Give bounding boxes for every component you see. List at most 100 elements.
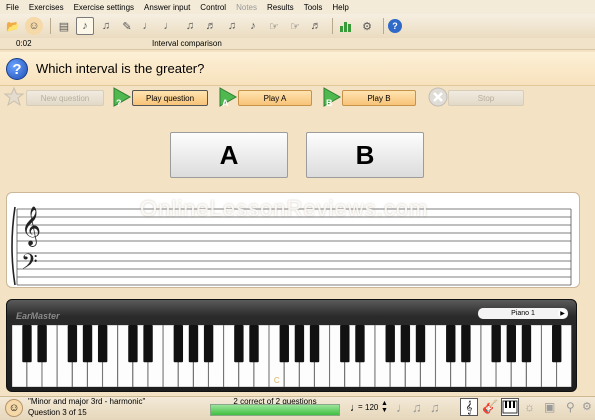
black-key[interactable]	[67, 325, 78, 363]
black-key[interactable]	[188, 325, 199, 363]
mic-settings-icon[interactable]: ⚙	[582, 400, 592, 413]
toolbar: 📂 ☺ ▤ ♪ ♫ ✎ ♩ ♩ ♫ ♬ ♫ ♪ ☞ ☞ ♬ ⚙ ?	[0, 14, 595, 38]
menu-tools[interactable]: Tools	[304, 3, 323, 12]
keyboard-input-icon[interactable]	[501, 398, 519, 416]
play-a-button[interactable]: Play A	[238, 90, 312, 106]
answer-a-button[interactable]: A	[170, 132, 288, 178]
menu-file[interactable]: File	[6, 3, 19, 12]
black-key[interactable]	[340, 325, 350, 363]
chord-icon[interactable]: ♩	[160, 17, 178, 35]
stop-icon	[428, 87, 448, 107]
stop-button[interactable]: Stop	[448, 90, 524, 106]
toolbar-separator	[383, 18, 384, 34]
eighth-notes-icon[interactable]: ♫	[181, 17, 199, 35]
sing-input-icon[interactable]: ☼	[524, 400, 535, 414]
black-key[interactable]	[491, 325, 501, 363]
metronome-icon[interactable]: ♩	[396, 400, 409, 415]
black-key[interactable]	[173, 325, 184, 363]
grand-staff: 𝄞 𝄢	[11, 206, 572, 286]
staff-input-icon[interactable]: 𝄞	[460, 398, 478, 416]
black-key[interactable]	[506, 325, 516, 363]
answer-b-button[interactable]: B	[306, 132, 424, 178]
arpeggio-icon[interactable]: ♪	[244, 17, 262, 35]
tempo-spinner-icon[interactable]: ▲ ▼	[381, 400, 388, 414]
black-key[interactable]	[309, 325, 320, 363]
face-icon[interactable]: ☺	[25, 17, 43, 35]
treble-clef-icon: 𝄞	[21, 206, 41, 247]
timer: 0:02	[16, 39, 32, 48]
play-question-button[interactable]: Play question	[132, 90, 208, 106]
tempo-value[interactable]: 120	[365, 403, 378, 412]
black-key[interactable]	[279, 325, 289, 363]
middle-c-marker: C	[274, 376, 280, 385]
open-icon[interactable]: 📂	[4, 17, 22, 35]
black-key[interactable]	[82, 325, 93, 363]
chart-icon[interactable]	[337, 17, 355, 35]
question-icon: ?	[6, 58, 28, 80]
instrument-select[interactable]: Piano 1	[478, 308, 568, 319]
piano-keyboard[interactable]: C	[12, 325, 572, 387]
rhythm-notes-icon[interactable]: ♫	[412, 400, 422, 415]
brand-logo: EarMaster	[16, 311, 60, 321]
question-text: Which interval is the greater?	[36, 61, 205, 76]
guitar-input-icon[interactable]: 🎸	[482, 399, 498, 415]
menu-exercises[interactable]: Exercises	[29, 3, 64, 12]
question-bar: ? Which interval is the greater?	[0, 52, 595, 86]
menu-bar: File Exercises Exercise settings Answer inp…	[0, 0, 595, 14]
svg-text:B: B	[326, 98, 333, 108]
black-key[interactable]	[203, 325, 214, 363]
staff-panel: 𝄞 𝄢	[6, 192, 580, 288]
rhythm-selected-icon[interactable]: ♪	[76, 17, 94, 35]
toolbar-separator	[50, 18, 51, 34]
dictation-icon[interactable]: ✎	[118, 17, 136, 35]
black-key[interactable]	[294, 325, 305, 363]
svg-text:?: ?	[116, 98, 122, 108]
menu-answer-input[interactable]: Answer input	[144, 3, 190, 12]
black-key[interactable]	[552, 325, 562, 363]
rhythm-notes2-icon[interactable]: ♫	[430, 400, 440, 415]
keys-icon[interactable]: ♬	[202, 17, 220, 35]
black-key[interactable]	[249, 325, 259, 363]
hand2-icon[interactable]: ☞	[286, 17, 304, 35]
help-icon[interactable]: ?	[388, 19, 402, 33]
menu-control[interactable]: Control	[200, 3, 226, 12]
black-key[interactable]	[97, 325, 108, 363]
black-key[interactable]	[521, 325, 532, 363]
book-icon[interactable]: ▤	[55, 17, 73, 35]
black-key[interactable]	[415, 325, 426, 363]
black-key[interactable]	[400, 325, 411, 363]
instrument-next-icon[interactable]: ▶	[558, 309, 567, 318]
black-key[interactable]	[143, 325, 153, 363]
black-key[interactable]	[37, 325, 47, 363]
note-icon[interactable]: ♩	[139, 17, 157, 35]
scale-icon[interactable]: ♫	[223, 17, 241, 35]
settings-icon[interactable]: ⚙	[358, 17, 376, 35]
menu-help[interactable]: Help	[332, 3, 348, 12]
black-key[interactable]	[385, 325, 395, 363]
menu-notes[interactable]: Notes	[236, 3, 257, 12]
play-b-icon: B	[323, 87, 342, 108]
notes-icon[interactable]: ♫	[97, 17, 115, 35]
toolbar-separator	[332, 18, 333, 34]
solfege-input-icon[interactable]: ▣	[544, 400, 555, 414]
play-b-button[interactable]: Play B	[342, 90, 416, 106]
exercise-name: "Minor and major 3rd - harmonic"	[28, 397, 146, 406]
black-key[interactable]	[128, 325, 138, 363]
black-key[interactable]	[22, 325, 32, 363]
black-key[interactable]	[355, 325, 365, 363]
menu-results[interactable]: Results	[267, 3, 294, 12]
black-key[interactable]	[446, 325, 456, 363]
microphone-icon[interactable]: ⚲	[566, 400, 575, 414]
black-key[interactable]	[234, 325, 244, 363]
exercise-title: Interval comparison	[152, 39, 222, 48]
hand-icon[interactable]: ☞	[265, 17, 283, 35]
score-progress	[210, 404, 340, 416]
black-key[interactable]	[461, 325, 471, 363]
notes2-icon[interactable]: ♬	[307, 17, 325, 35]
question-counter: Question 3 of 15	[28, 408, 87, 417]
new-question-button[interactable]: New question	[26, 90, 104, 106]
teacher-icon: ☺	[5, 399, 23, 417]
svg-text:A: A	[222, 98, 229, 108]
score-progress-fill	[211, 405, 339, 415]
menu-exercise-settings[interactable]: Exercise settings	[74, 3, 134, 12]
